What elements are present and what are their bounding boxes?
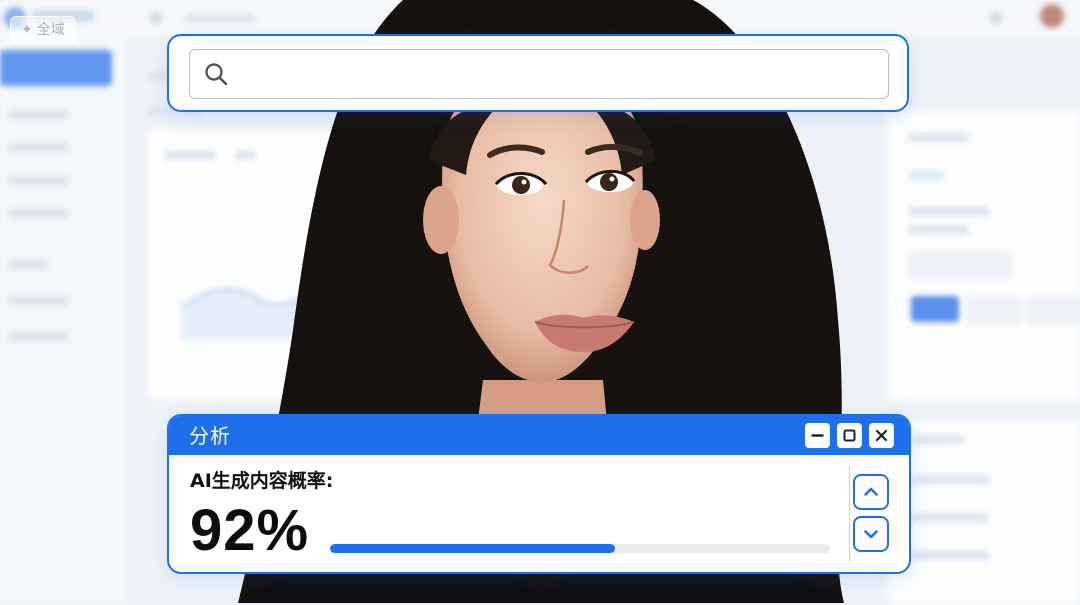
maximize-icon: [843, 429, 856, 442]
background-line: [909, 207, 989, 216]
search-input[interactable]: [237, 53, 880, 95]
scroll-up-button[interactable]: [853, 474, 889, 510]
background-sidebar: [0, 38, 125, 603]
background-secondary-button: [967, 296, 1021, 324]
background-sidebar-item: [8, 176, 68, 185]
background-sidebar-item: [8, 143, 68, 152]
probability-progress-bar: [330, 544, 830, 553]
window-title: 分析: [189, 424, 231, 448]
search-panel: [167, 34, 909, 112]
sparkle-icon: ✦: [21, 22, 33, 38]
minimize-icon: [811, 434, 824, 437]
minimize-button[interactable]: [805, 423, 830, 448]
close-button[interactable]: [869, 423, 894, 448]
background-select: [909, 251, 1011, 279]
stepper-divider: [849, 466, 850, 562]
background-card-title: [165, 151, 215, 160]
search-field[interactable]: [189, 49, 889, 99]
metric-value: 92%: [190, 498, 310, 563]
scope-chip-label: 全域: [36, 22, 65, 38]
background-line: [909, 475, 989, 484]
close-icon: [875, 429, 888, 442]
background-primary-button: [911, 296, 959, 322]
background-right-card: [886, 110, 1080, 402]
background-sidebar-item: [8, 296, 68, 305]
background-line: [909, 513, 989, 522]
background-line: [909, 551, 989, 560]
scope-chip[interactable]: ✦ 全域: [10, 16, 76, 44]
window-titlebar[interactable]: 分析: [169, 416, 909, 455]
background-sidebar-item: [8, 260, 48, 269]
chevron-down-icon: [864, 530, 878, 539]
background-sidebar-active: [0, 50, 112, 86]
background-card-title: [909, 133, 969, 142]
metric-label: AI生成内容概率:: [190, 470, 334, 492]
scroll-down-button[interactable]: [853, 516, 889, 552]
background-list-card: [886, 420, 1080, 605]
background-menu-icon: [150, 12, 162, 24]
probability-progress-fill: [330, 544, 615, 553]
background-secondary-button: [1027, 296, 1080, 324]
analysis-window: 分析 AI生成内容概率: 92%: [167, 414, 911, 574]
background-sidebar-item: [8, 110, 68, 119]
background-sidebar-item: [8, 209, 68, 218]
maximize-button[interactable]: [837, 423, 862, 448]
background-card-title: [909, 435, 964, 444]
background-line: [909, 225, 969, 234]
search-icon: [205, 63, 228, 86]
background-avatar: [1040, 4, 1064, 28]
background-tag: [909, 171, 944, 180]
chevron-up-icon: [864, 487, 878, 496]
background-sidebar-item: [8, 332, 68, 341]
background-bell-icon: [990, 12, 1002, 24]
